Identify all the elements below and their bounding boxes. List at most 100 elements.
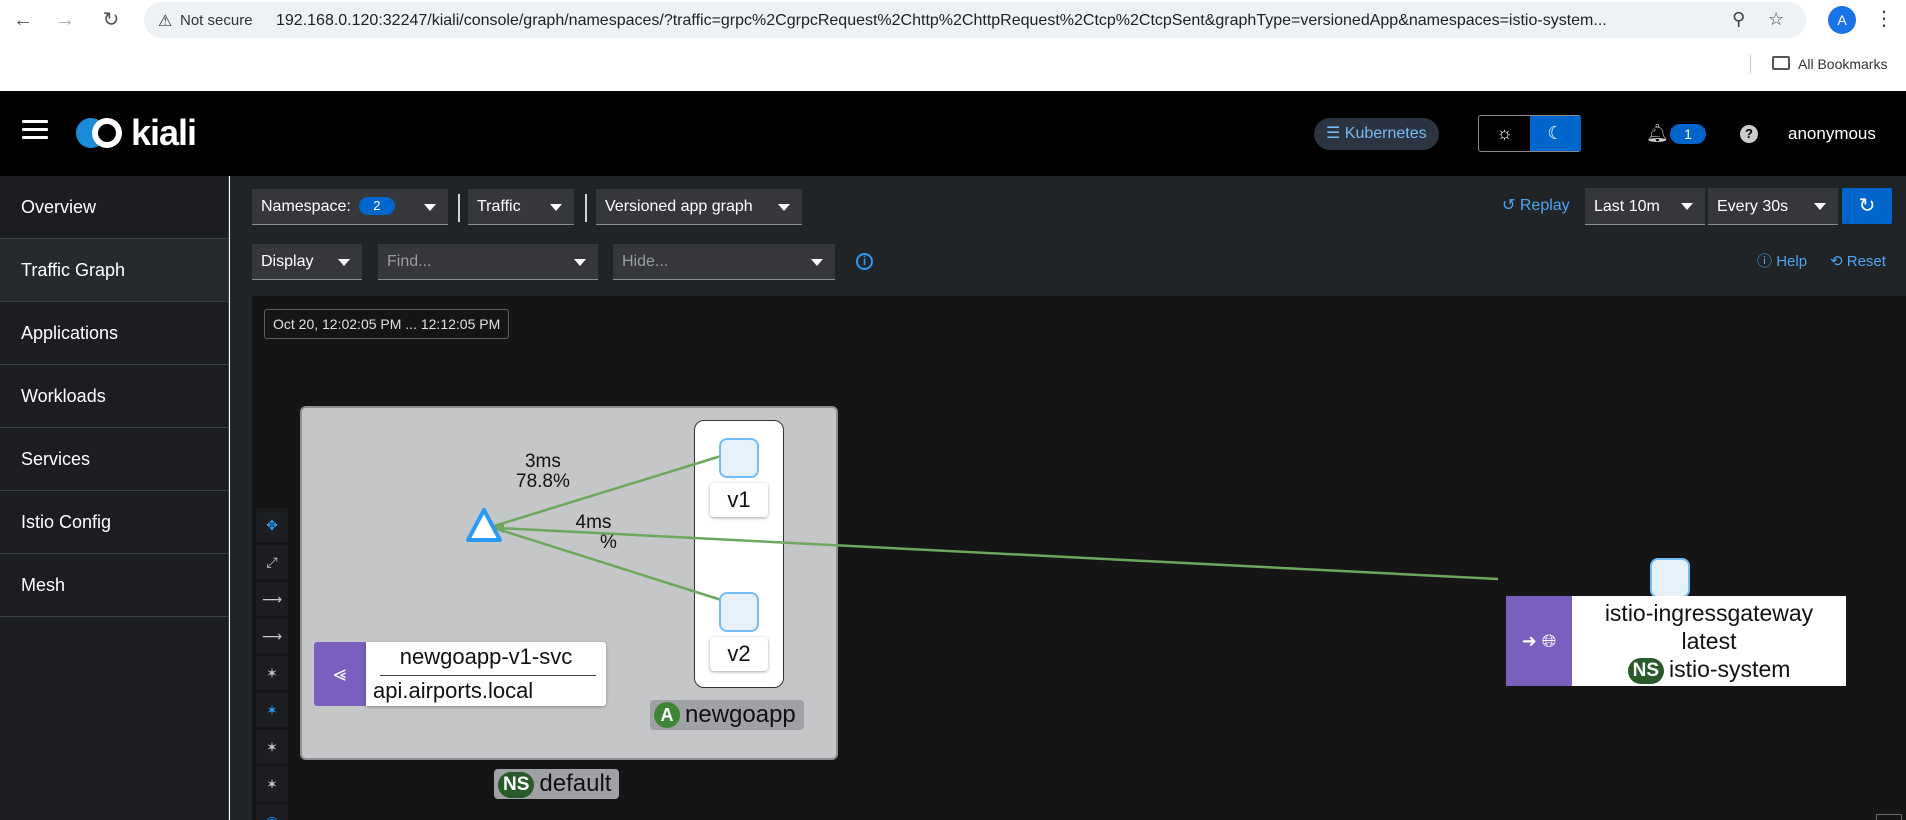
edge-percent: % xyxy=(600,532,617,553)
sidebar-item-traffic-graph[interactable]: Traffic Graph xyxy=(0,239,228,302)
namespace-badge: NS xyxy=(498,772,535,798)
folder-icon[interactable] xyxy=(1772,56,1790,70)
user-menu[interactable]: anonymous xyxy=(1788,124,1876,144)
service-node[interactable]: ⪡ newgoapp-v1-svc api.airports.local xyxy=(314,642,606,706)
theme-toggle: ☼ ☾ xyxy=(1478,115,1581,152)
namespace-name: default xyxy=(539,770,612,797)
traffic-dropdown[interactable]: Traffic xyxy=(468,189,574,225)
cluster-icon: ☰ xyxy=(1326,125,1341,142)
namespace-count-badge: 2 xyxy=(358,197,395,215)
browser-toolbar: ← → ↻ ⚠ Not secure 192.168.0.120:32247/k… xyxy=(0,0,1906,40)
traffic-graph-canvas[interactable]: Oct 20, 12:02:05 PM ... 12:12:05 PM ✥ ⤢ … xyxy=(252,296,1906,820)
find-placeholder: Find... xyxy=(387,253,432,270)
info-icon[interactable]: i xyxy=(856,253,873,270)
sidebar-item-workloads[interactable]: Workloads xyxy=(0,365,228,428)
chevron-down-icon xyxy=(574,259,586,266)
sidebar-item-applications[interactable]: Applications xyxy=(0,302,228,365)
find-input[interactable]: Find... xyxy=(378,244,598,280)
chevron-down-icon xyxy=(811,259,823,266)
cluster-badge[interactable]: ☰ Kubernetes xyxy=(1314,118,1439,150)
url-text[interactable]: 192.168.0.120:32247/kiali/console/graph/… xyxy=(276,12,1666,30)
edge-percent: 78.8% xyxy=(516,471,570,492)
gateway-node-label: istio-ingressgateway latest NS istio-syst… xyxy=(1572,596,1846,686)
service-name: newgoapp-v1-svc xyxy=(399,644,573,669)
back-arrow-icon[interactable]: ← xyxy=(8,6,38,34)
edge-label-v2: 4ms % xyxy=(570,513,617,553)
gateway-name: istio-ingressgateway xyxy=(1604,600,1814,626)
profile-avatar[interactable]: A xyxy=(1828,6,1856,34)
version-label-v1: v1 xyxy=(710,483,768,517)
chevron-down-icon xyxy=(550,204,562,211)
help-label: Help xyxy=(1776,253,1808,270)
masthead: kiali ☰ Kubernetes ☼ ☾ 🔔︎ 1 ? anonymous xyxy=(0,91,1906,176)
notification-bell-icon[interactable]: 🔔︎ xyxy=(1646,123,1669,144)
kiali-logo-icon xyxy=(76,118,122,148)
app-badge: A xyxy=(654,702,680,728)
chevron-down-icon xyxy=(424,204,436,211)
edge-response-time: 4ms xyxy=(575,512,612,533)
sidebar-item-mesh[interactable]: Mesh xyxy=(0,554,228,617)
app-group-label[interactable]: Anewgoapp xyxy=(650,700,804,730)
scrollbar[interactable] xyxy=(1876,814,1902,820)
sidebar-item-istio-config[interactable]: Istio Config xyxy=(0,491,228,554)
address-bar[interactable]: ⚠ Not secure 192.168.0.120:32247/kiali/c… xyxy=(144,2,1806,38)
namespace-label: Namespace: xyxy=(261,198,351,215)
reload-icon[interactable]: ↻ xyxy=(96,6,126,34)
divider xyxy=(458,194,460,222)
cluster-label: Kubernetes xyxy=(1344,125,1427,142)
divider xyxy=(585,194,587,222)
warning-icon: ⚠ xyxy=(158,13,173,30)
notification-count-badge[interactable]: 1 xyxy=(1670,124,1706,144)
namespace-dropdown[interactable]: Namespace: 2 xyxy=(252,189,448,225)
reset-label: Reset xyxy=(1846,253,1886,270)
namespace-group-label[interactable]: NS default xyxy=(494,769,620,799)
gateway-workload-node[interactable] xyxy=(1650,558,1690,598)
replay-label: Replay xyxy=(1519,197,1570,214)
graph-type-label: Versioned app graph xyxy=(605,198,753,215)
sidebar-item-services[interactable]: Services xyxy=(0,428,228,491)
service-node-label: newgoapp-v1-svc api.airports.local xyxy=(366,642,606,706)
service-host: api.airports.local xyxy=(373,678,534,703)
bookmarks-bar: All Bookmarks xyxy=(0,50,1906,80)
workload-node-v1[interactable] xyxy=(719,438,759,478)
namespace-badge: NS xyxy=(1627,658,1664,684)
hide-input[interactable]: Hide... xyxy=(613,244,835,280)
virtual-service-share-icon: ⪡ xyxy=(314,642,366,706)
duration-dropdown[interactable]: Last 10m xyxy=(1585,188,1705,225)
hamburger-menu-icon[interactable] xyxy=(22,120,48,140)
help-button[interactable]: ⓘ Help xyxy=(1757,252,1807,272)
reset-button[interactable]: ⟲ Reset xyxy=(1830,252,1886,272)
gateway-node[interactable]: ➜ 🌐︎ istio-ingressgateway latest NS istio… xyxy=(1506,596,1846,686)
logo-text: kiali xyxy=(131,112,197,153)
refresh-interval-value: Every 30s xyxy=(1717,198,1789,215)
more-menu-icon[interactable]: ⋮ xyxy=(1874,6,1894,31)
dark-theme-moon-icon[interactable]: ☾ xyxy=(1530,116,1581,151)
refresh-icon[interactable]: ↻ xyxy=(1842,188,1892,224)
bookmark-star-icon[interactable]: ☆ xyxy=(1768,9,1784,30)
traffic-label: Traffic xyxy=(477,198,521,215)
workload-node-v2[interactable] xyxy=(719,592,759,632)
security-label[interactable]: Not secure xyxy=(180,12,253,29)
forward-arrow-icon[interactable]: → xyxy=(50,6,80,34)
app-name: newgoapp xyxy=(685,701,796,728)
graph-type-dropdown[interactable]: Versioned app graph xyxy=(596,189,802,225)
refresh-interval-dropdown[interactable]: Every 30s xyxy=(1708,188,1838,225)
duration-value: Last 10m xyxy=(1594,198,1660,215)
main-content: Namespace: 2 Traffic Versioned app graph … xyxy=(230,176,1906,820)
light-theme-sun-icon[interactable]: ☼ xyxy=(1479,116,1530,151)
replay-button[interactable]: ↺ Replay xyxy=(1502,196,1570,216)
edge-gateway-to-service[interactable] xyxy=(497,526,1499,581)
display-dropdown[interactable]: Display xyxy=(252,244,362,280)
all-bookmarks-link[interactable]: All Bookmarks xyxy=(1798,56,1887,72)
zoom-icon[interactable]: ⚲ xyxy=(1732,9,1745,30)
sidebar-nav: Overview Traffic Graph Applications Work… xyxy=(0,176,229,820)
chevron-down-icon xyxy=(338,259,350,266)
edge-label-v1: 3ms 78.8% xyxy=(516,452,570,492)
gateway-root-globe-icon: ➜ 🌐︎ xyxy=(1506,596,1572,686)
sidebar-item-overview[interactable]: Overview xyxy=(0,176,228,239)
help-icon[interactable]: ? xyxy=(1740,125,1758,143)
chevron-down-icon xyxy=(778,204,790,211)
chevron-down-icon xyxy=(1681,203,1693,210)
reset-icon: ⟲ xyxy=(1830,253,1843,270)
gateway-version: latest xyxy=(1681,628,1737,654)
